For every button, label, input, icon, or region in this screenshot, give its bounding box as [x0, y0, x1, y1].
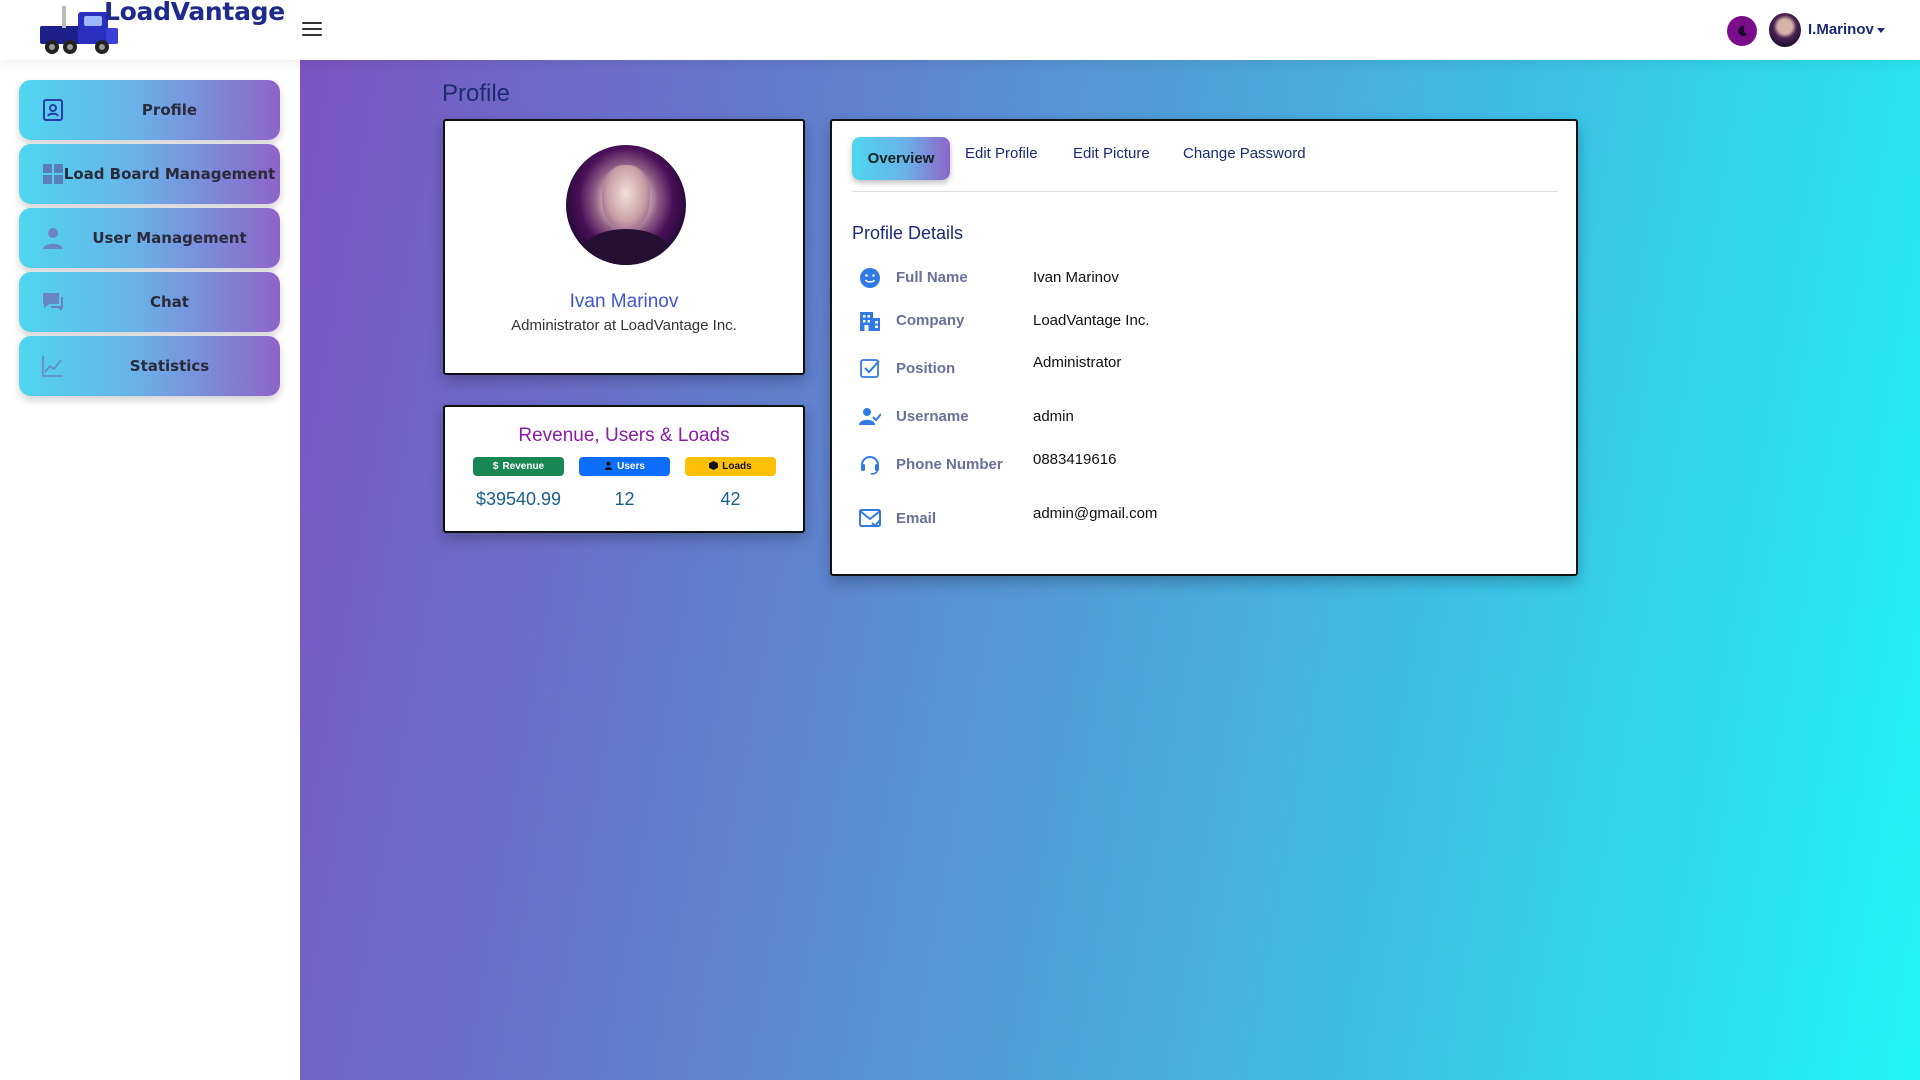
stats-title: Revenue, Users & Loads [518, 425, 730, 446]
sidebar-item-user-management[interactable]: User Management [19, 208, 280, 268]
detail-label: Username [896, 408, 969, 425]
header-avatar[interactable] [1769, 13, 1801, 47]
dark-mode-toggle[interactable] [1727, 16, 1757, 46]
page-title: Profile [442, 80, 511, 107]
user-check-icon [859, 408, 881, 425]
tab-overview[interactable]: Overview [852, 137, 950, 180]
sidebar-item-label: Profile [141, 101, 198, 119]
chevron-down-icon [1876, 27, 1885, 33]
box-icon [709, 460, 719, 473]
users-badge: Users [579, 457, 670, 476]
email-check-icon [859, 509, 881, 528]
detail-label: Company [896, 312, 965, 329]
profile-role: Administrator at LoadVantage Inc. [511, 317, 737, 334]
sidebar-item-label: User Management [92, 229, 247, 247]
menu-toggle-icon[interactable] [302, 18, 322, 40]
tab-edit-profile[interactable]: Edit Profile [965, 145, 1038, 162]
building-icon [860, 312, 880, 331]
detail-value-full-name: Ivan Marinov [1033, 269, 1119, 286]
detail-label: Position [896, 360, 956, 377]
app-name: LoadVantage [104, 0, 285, 26]
logo[interactable]: LoadVantage [38, 0, 285, 60]
username-label: I.Marinov [1808, 21, 1874, 38]
detail-label: Email [896, 510, 937, 527]
stats-card: Revenue, Users & Loads $ Revenue Users L… [443, 405, 805, 533]
detail-label: Full Name [896, 269, 968, 286]
sidebar-item-label: Load Board Management [63, 165, 276, 183]
users-value: 12 [614, 489, 635, 509]
dollar-icon: $ [492, 461, 499, 472]
detail-value-username: admin [1033, 408, 1074, 425]
detail-value-company: LoadVantage Inc. [1033, 312, 1150, 329]
sidebar-item-profile[interactable]: Profile [19, 80, 280, 140]
revenue-value: $39540.99 [475, 489, 562, 509]
detail-label: Phone Number [896, 456, 1003, 473]
detail-value-phone: 0883419616 [1033, 451, 1117, 468]
sidebar-item-chat[interactable]: Chat [19, 272, 280, 332]
profile-tabs: Overview Edit Profile Edit Picture Chang… [852, 137, 1558, 192]
profile-details-card: Overview Edit Profile Edit Picture Chang… [830, 119, 1578, 576]
user-icon [604, 461, 613, 473]
loads-value: 42 [720, 489, 741, 509]
sidebar-item-label: Statistics [129, 357, 210, 375]
headset-icon [861, 456, 879, 475]
detail-value-email: admin@gmail.com [1033, 505, 1158, 522]
revenue-badge: $ Revenue [473, 457, 564, 476]
loads-badge: Loads [685, 457, 776, 476]
top-header: LoadVantage I.Marinov [0, 0, 1920, 60]
sidebar-item-load-board[interactable]: Load Board Management [19, 144, 280, 204]
profile-card: Ivan Marinov Administrator at LoadVantag… [443, 119, 805, 375]
profile-avatar [566, 145, 686, 265]
checkbox-icon [860, 359, 880, 378]
tab-edit-picture[interactable]: Edit Picture [1073, 145, 1150, 162]
section-title: Profile Details [852, 223, 964, 243]
sidebar-item-statistics[interactable]: Statistics [19, 336, 280, 396]
detail-value-position: Administrator [1033, 354, 1122, 371]
moon-icon [1738, 25, 1748, 37]
smiley-icon [860, 268, 880, 288]
profile-name: Ivan Marinov [569, 291, 679, 312]
main-content: Profile Ivan Marinov Administrator at Lo… [300, 60, 1920, 1080]
user-menu-dropdown[interactable]: I.Marinov [1808, 21, 1885, 38]
tab-change-password[interactable]: Change Password [1183, 145, 1306, 162]
sidebar-item-label: Chat [150, 293, 189, 311]
sidebar: Profile Load Board Management User Manag… [0, 60, 300, 1080]
